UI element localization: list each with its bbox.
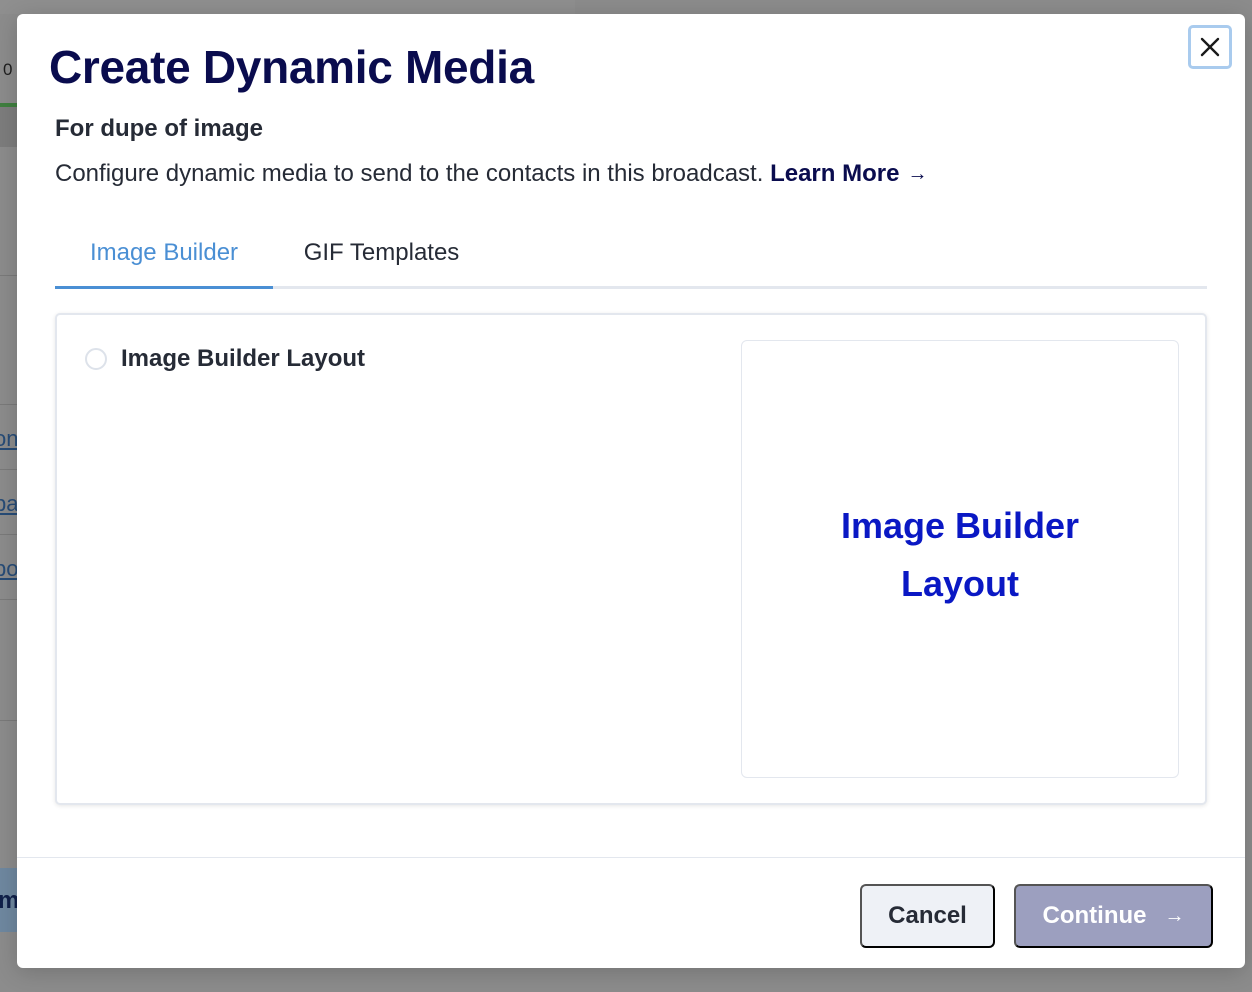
learn-more-link[interactable]: Learn More → xyxy=(770,160,927,187)
cancel-button[interactable]: Cancel xyxy=(860,884,995,948)
layout-option-card: Image Builder Layout Image Builder Layou… xyxy=(55,313,1207,805)
tab-bar: Image Builder GIF Templates xyxy=(55,231,1207,289)
background-link-fragment: on xyxy=(0,426,19,451)
continue-label: Continue xyxy=(1042,902,1147,929)
background-divider xyxy=(0,275,17,276)
arrow-right-icon: → xyxy=(907,163,928,185)
learn-more-label: Learn More xyxy=(770,160,900,187)
background-divider xyxy=(0,720,17,721)
modal-title: Create Dynamic Media xyxy=(49,41,534,93)
background-divider xyxy=(0,404,17,405)
cancel-label: Cancel xyxy=(888,902,967,929)
background-number-fragment: 0 xyxy=(3,60,13,79)
footer-divider xyxy=(17,857,1245,858)
layout-preview: Image Builder Layout xyxy=(741,340,1179,778)
layout-radio-option[interactable]: Image Builder Layout xyxy=(85,345,365,373)
background-divider xyxy=(0,599,17,600)
background-link-fragment: po xyxy=(0,556,19,581)
background-header-strip xyxy=(0,0,575,14)
layout-preview-text: Image Builder Layout xyxy=(840,505,1080,604)
tab-label: GIF Templates xyxy=(303,239,460,266)
tab-image-builder[interactable]: Image Builder xyxy=(55,231,273,289)
description-text: Configure dynamic media to send to the c… xyxy=(55,160,764,187)
close-icon xyxy=(1200,37,1220,57)
arrow-right-icon: → xyxy=(1164,904,1185,927)
tab-gif-templates[interactable]: GIF Templates xyxy=(273,231,490,286)
background-divider xyxy=(0,469,17,470)
background-divider xyxy=(0,534,17,535)
modal-subtitle: For dupe of image xyxy=(55,115,264,142)
background-band xyxy=(0,107,17,147)
background-link-fragment: pa xyxy=(0,491,19,516)
layout-radio-button[interactable] xyxy=(85,348,107,370)
layout-radio-label: Image Builder Layout xyxy=(121,345,366,372)
create-dynamic-media-modal: Create Dynamic Media For dupe of image C… xyxy=(17,14,1245,968)
continue-button[interactable]: Continue → xyxy=(1014,884,1213,948)
tab-label: Image Builder xyxy=(89,239,239,266)
close-button[interactable] xyxy=(1188,25,1232,69)
modal-description: Configure dynamic media to send to the c… xyxy=(55,160,927,188)
